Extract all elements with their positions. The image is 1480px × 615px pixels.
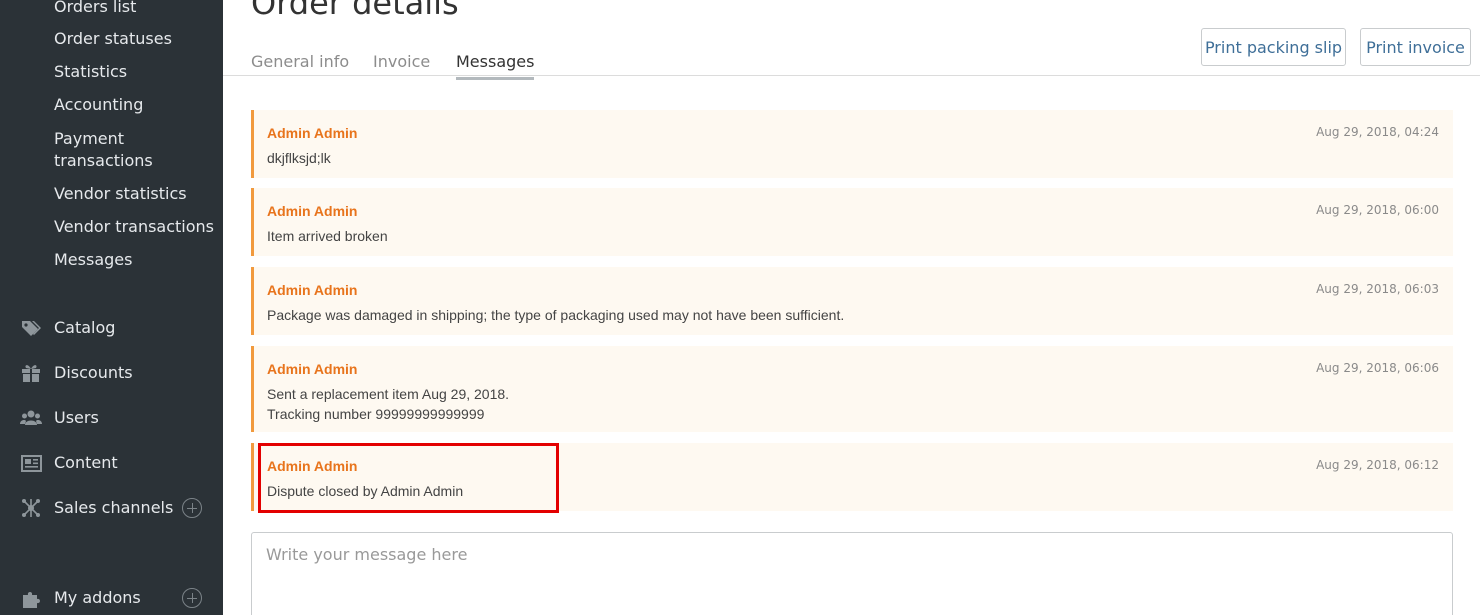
highlight-box <box>258 443 559 513</box>
sidebar-item-catalog[interactable]: Catalog <box>0 313 223 343</box>
sidebar: Orders list Order statuses Statistics Ac… <box>0 0 223 615</box>
add-addon-icon[interactable] <box>182 588 202 608</box>
message-line: Sent a replacement item Aug 29, 2018. <box>267 386 510 402</box>
sidebar-item-label: Content <box>54 453 118 472</box>
message-item: Admin Admin Aug 29, 2018, 04:24 dkjflksj… <box>251 110 1453 178</box>
add-sales-channel-icon[interactable] <box>182 498 202 518</box>
newspaper-icon <box>21 455 42 472</box>
tags-icon <box>22 321 41 336</box>
sidebar-item-label: Discounts <box>54 363 133 382</box>
message-timestamp: Aug 29, 2018, 04:24 <box>1316 125 1439 139</box>
users-icon <box>20 410 42 425</box>
message-author: Admin Admin <box>267 361 358 377</box>
message-author: Admin Admin <box>267 125 358 141</box>
sidebar-item-users[interactable]: Users <box>0 403 223 433</box>
message-timestamp: Aug 29, 2018, 06:00 <box>1316 203 1439 217</box>
message-timestamp: Aug 29, 2018, 06:03 <box>1316 282 1439 296</box>
message-text: Package was damaged in shipping; the typ… <box>267 307 845 323</box>
sidebar-item-vendor-transactions[interactable]: Vendor transactions <box>54 216 214 238</box>
sidebar-item-content[interactable]: Content <box>0 448 223 478</box>
tab-messages[interactable]: Messages <box>456 52 535 80</box>
message-text: dkjflksjd;lk <box>267 150 331 166</box>
sidebar-item-payment-transactions[interactable]: Payment <box>54 128 124 150</box>
sidebar-item-label: Catalog <box>54 318 116 337</box>
message-timestamp: Aug 29, 2018, 06:06 <box>1316 361 1439 375</box>
message-item: Admin Admin Aug 29, 2018, 06:06 Sent a r… <box>251 346 1453 432</box>
sidebar-item-sales-channels[interactable]: Sales channels <box>0 493 223 523</box>
sidebar-item-accounting[interactable]: Accounting <box>54 94 143 116</box>
sidebar-item-messages[interactable]: Messages <box>54 249 132 271</box>
sidebar-item-discounts[interactable]: Discounts <box>0 358 223 388</box>
tab-general-info[interactable]: General info <box>251 52 349 77</box>
sidebar-item-label: Users <box>54 408 99 427</box>
sidebar-item-label: My addons <box>54 588 141 607</box>
message-line: Tracking number 99999999999999 <box>267 406 485 422</box>
message-author: Admin Admin <box>267 203 358 219</box>
message-author: Admin Admin <box>267 282 358 298</box>
sidebar-item-statistics[interactable]: Statistics <box>54 61 127 83</box>
message-text: Item arrived broken <box>267 228 388 244</box>
sidebar-item-vendor-statistics[interactable]: Vendor statistics <box>54 183 187 205</box>
message-timestamp: Aug 29, 2018, 06:12 <box>1316 458 1439 472</box>
print-invoice-button[interactable]: Print invoice <box>1360 28 1471 66</box>
puzzle-icon <box>23 592 40 608</box>
sidebar-item-orders-list[interactable]: Orders list <box>54 0 136 18</box>
gift-icon <box>22 365 40 382</box>
print-packing-slip-button[interactable]: Print packing slip <box>1201 28 1346 66</box>
sidebar-item-payment-transactions-line2[interactable]: transactions <box>54 150 153 172</box>
message-text: Sent a replacement item Aug 29, 2018. Tr… <box>267 384 509 424</box>
sidebar-item-label: Sales channels <box>54 498 174 517</box>
message-input[interactable] <box>251 532 1453 615</box>
message-item: Admin Admin Aug 29, 2018, 06:00 Item arr… <box>251 188 1453 256</box>
message-item: Admin Admin Aug 29, 2018, 06:03 Package … <box>251 267 1453 335</box>
sidebar-item-my-addons[interactable]: My addons <box>0 583 223 613</box>
tab-invoice[interactable]: Invoice <box>373 52 430 77</box>
page-title: Order details <box>251 0 459 22</box>
sidebar-item-order-statuses[interactable]: Order statuses <box>54 28 172 50</box>
network-icon <box>22 499 40 517</box>
